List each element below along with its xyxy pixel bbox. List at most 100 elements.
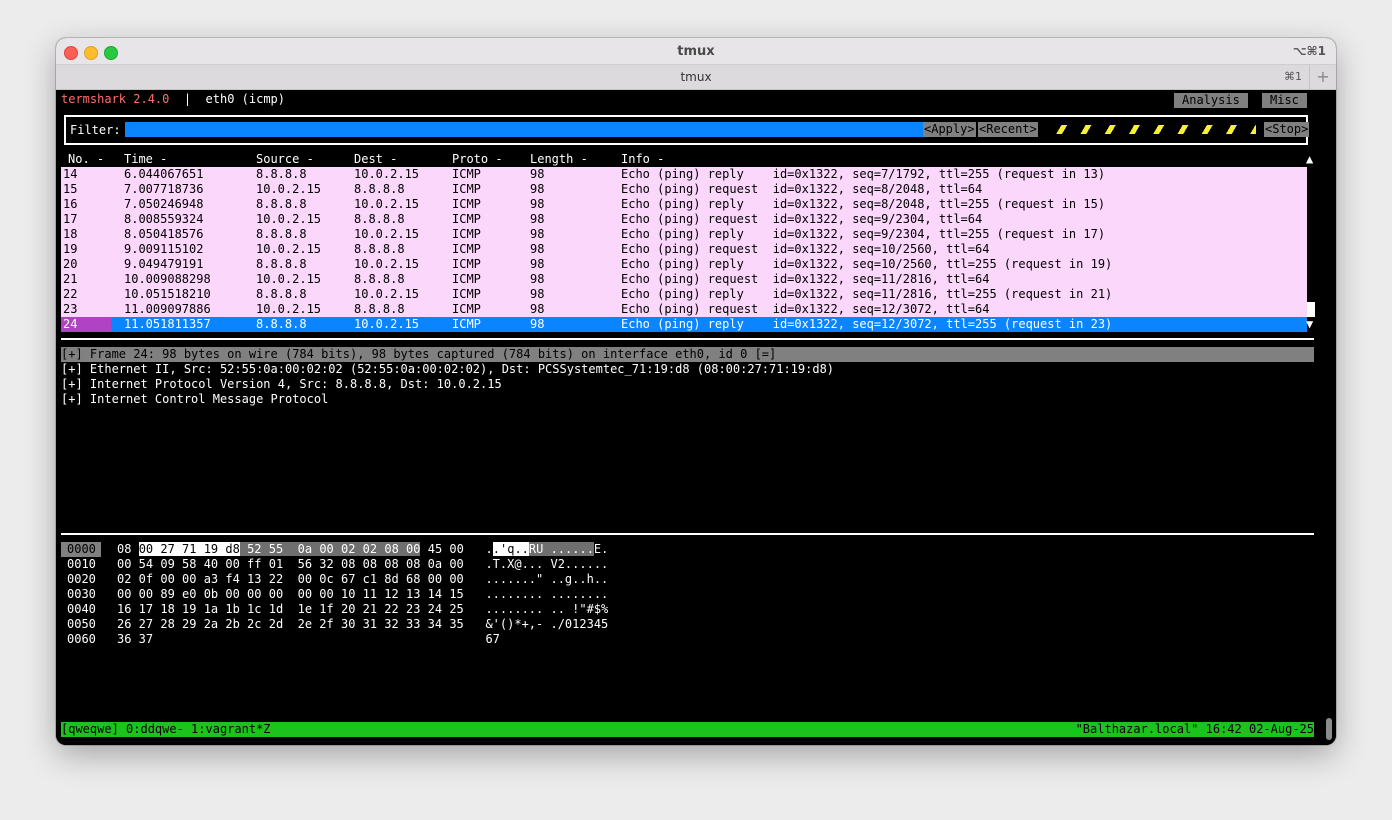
packet-proto: ICMP [452, 182, 481, 196]
tmux-status-bar: [qweqwe] 0:ddqwe- 1:vagrant*Z "Balthazar.… [61, 722, 1314, 737]
packet-row-selected[interactable]: 24 11.051811357 8.8.8.8 10.0.2.15 ICMP 98 Echo… [61, 317, 1307, 332]
tab-tmux[interactable]: tmux [680, 70, 711, 84]
packet-time: 11.051811357 [124, 317, 211, 331]
packet-time: 6.044067651 [124, 167, 204, 181]
packet-row[interactable]: 17 8.008559324 10.0.2.15 8.8.8.8 ICMP 98 Echo … [61, 212, 1307, 227]
terminal-scrollbar[interactable] [1326, 718, 1332, 740]
packet-no: 24 [61, 317, 111, 332]
packet-list-scroll-down[interactable]: ▼ [1306, 317, 1313, 332]
ascii-eth-dst: .'q.. [492, 542, 529, 556]
column-header-proto[interactable]: Proto - [452, 152, 503, 167]
packet-list: 14 6.044067651 8.8.8.8 10.0.2.15 ICMP 98 Echo … [61, 167, 1307, 332]
hex-row[interactable]: 26 27 28 29 2a 2b 2c 2d 2e 2f 30 31 32 3… [117, 617, 608, 632]
packet-no: 19 [63, 242, 78, 256]
packet-length: 98 [530, 227, 545, 241]
packet-proto: ICMP [452, 272, 481, 286]
hex-row[interactable]: 02 0f 00 00 a3 f4 13 22 00 0c 67 c1 8d 6… [117, 572, 608, 587]
hex-bytes: 45 00 [427, 542, 464, 556]
detail-ethernet[interactable]: [+] Ethernet II, Src: 52:55:0a:00:02:02 … [61, 362, 834, 377]
packet-info: Echo (ping) request id=0x1322, seq=8/204… [621, 182, 983, 196]
packet-row[interactable]: 21 10.009088298 10.0.2.15 8.8.8.8 ICMP 98 Echo… [61, 272, 1307, 287]
hex-row[interactable]: 16 17 18 19 1a 1b 1c 1d 1e 1f 20 21 22 2… [117, 602, 608, 617]
packet-row[interactable]: 18 8.050418576 8.8.8.8 10.0.2.15 ICMP 98 Echo … [61, 227, 1307, 242]
packet-row[interactable]: 23 11.009097886 10.0.2.15 8.8.8.8 ICMP 98 Echo… [61, 302, 1307, 317]
packet-source: 10.0.2.15 [256, 242, 322, 256]
hex-row[interactable]: 00 54 09 58 40 00 ff 01 56 32 08 08 08 0… [117, 557, 608, 572]
packet-dest: 10.0.2.15 [354, 227, 420, 241]
packet-row[interactable]: 15 7.007718736 10.0.2.15 8.8.8.8 ICMP 98 Echo … [61, 182, 1307, 197]
packet-length: 98 [530, 242, 545, 256]
hex-row[interactable]: 08 00 27 71 19 d8 52 55 0a 00 02 02 08 0… [117, 542, 608, 557]
packet-row[interactable]: 14 6.044067651 8.8.8.8 10.0.2.15 ICMP 98 Echo … [61, 167, 1307, 182]
detail-ipv4[interactable]: [+] Internet Protocol Version 4, Src: 8.… [61, 377, 502, 392]
filter-panel: Filter: <Apply> <Recent> <Stop> [64, 115, 1310, 145]
pane-divider[interactable] [61, 338, 1314, 340]
misc-menu-button[interactable]: Misc [1262, 93, 1307, 108]
app-header: termshark 2.4.0 | eth0 (icmp) [61, 92, 285, 107]
window-shortcut: ⌥⌘1 [1292, 44, 1326, 58]
hex-offset: 0040 [67, 602, 96, 616]
packet-list-scroll-up[interactable]: ▲ [1306, 152, 1313, 167]
hex-row[interactable]: 36 37 67 [117, 632, 500, 647]
packet-info: Echo (ping) reply id=0x1322, seq=7/1792,… [621, 167, 1106, 181]
packet-dest: 10.0.2.15 [354, 197, 420, 211]
column-header-time[interactable]: Time - [124, 152, 167, 167]
column-header-length[interactable]: Length - [530, 152, 588, 167]
packet-dest: 10.0.2.15 [354, 317, 420, 331]
stop-button[interactable]: <Stop> [1264, 122, 1310, 137]
packet-list-scrollbar-thumb[interactable] [1307, 302, 1315, 317]
packet-no: 22 [63, 287, 78, 301]
zoom-window-button[interactable] [104, 46, 118, 60]
packet-length: 98 [530, 197, 545, 211]
filter-input[interactable] [125, 122, 923, 137]
packet-source: 10.0.2.15 [256, 302, 322, 316]
packet-proto: ICMP [452, 317, 481, 331]
packet-row[interactable]: 16 7.050246948 8.8.8.8 10.0.2.15 ICMP 98 Echo … [61, 197, 1307, 212]
hex-row[interactable]: 00 00 89 e0 0b 00 00 00 00 00 10 11 12 1… [117, 587, 608, 602]
detail-icmp[interactable]: [+] Internet Control Message Protocol [61, 392, 328, 407]
packet-info: Echo (ping) reply id=0x1322, seq=9/2304,… [621, 227, 1106, 241]
packet-proto: ICMP [452, 257, 481, 271]
packet-proto: ICMP [452, 197, 481, 211]
packet-no: 14 [63, 167, 78, 181]
hex-bytes-eth-dst: 00 27 71 19 d8 [138, 542, 240, 556]
column-header-dest[interactable]: Dest - [354, 152, 397, 167]
packet-row[interactable]: 19 9.009115102 10.0.2.15 8.8.8.8 ICMP 98 Echo … [61, 242, 1307, 257]
close-window-button[interactable] [64, 46, 78, 60]
ascii-bytes: E. [593, 542, 609, 556]
analysis-menu-button[interactable]: Analysis [1174, 93, 1248, 108]
capture-interface: eth0 (icmp) [205, 92, 285, 106]
packet-info: Echo (ping) reply id=0x1322, seq=11/2816… [621, 287, 1113, 301]
header-separator: | [183, 92, 192, 106]
apply-button[interactable]: <Apply> [923, 122, 976, 137]
packet-info: Echo (ping) request id=0x1322, seq=9/230… [621, 212, 983, 226]
tmux-session-windows[interactable]: [qweqwe] 0:ddqwe- 1:vagrant*Z [61, 722, 271, 736]
hex-offset: 0050 [67, 617, 96, 631]
packet-length: 98 [530, 302, 545, 316]
packet-row[interactable]: 20 9.049479191 8.8.8.8 10.0.2.15 ICMP 98 Echo … [61, 257, 1307, 272]
packet-dest: 8.8.8.8 [354, 182, 405, 196]
packet-time: 9.049479191 [124, 257, 204, 271]
packet-time: 9.009115102 [124, 242, 204, 256]
terminal-window: tmux ⌥⌘1 tmux ⌘1 + termshark 2.4.0 | eth… [56, 38, 1336, 745]
column-header-no[interactable]: No. - [68, 152, 104, 167]
detail-frame[interactable]: [+] Frame 24: 98 bytes on wire (784 bits… [61, 347, 1314, 362]
packet-no: 16 [63, 197, 78, 211]
capture-progress-indicator [1048, 125, 1256, 134]
terminal-content[interactable]: termshark 2.4.0 | eth0 (icmp) Analysis M… [56, 90, 1336, 745]
packet-row[interactable]: 22 10.051518210 8.8.8.8 10.0.2.15 ICMP 98 Echo… [61, 287, 1307, 302]
packet-time: 7.007718736 [124, 182, 204, 196]
title-bar[interactable]: tmux ⌥⌘1 [56, 38, 1336, 64]
packet-source: 10.0.2.15 [256, 182, 322, 196]
column-header-info[interactable]: Info - [621, 152, 664, 167]
packet-source: 8.8.8.8 [256, 167, 307, 181]
packet-proto: ICMP [452, 302, 481, 316]
pane-divider[interactable] [61, 533, 1314, 535]
packet-dest: 10.0.2.15 [354, 167, 420, 181]
window-title: tmux [677, 44, 715, 59]
column-header-source[interactable]: Source - [256, 152, 314, 167]
packet-dest: 8.8.8.8 [354, 272, 405, 286]
new-tab-button[interactable]: + [1309, 65, 1336, 89]
minimize-window-button[interactable] [84, 46, 98, 60]
recent-button[interactable]: <Recent> [978, 122, 1038, 137]
